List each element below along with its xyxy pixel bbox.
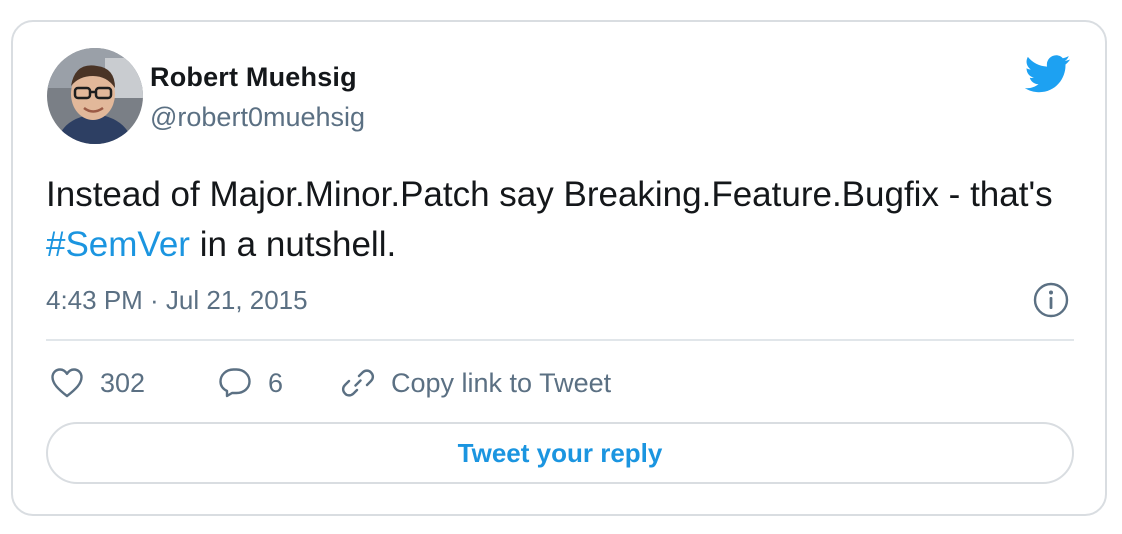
reply-count: 6 [268, 367, 284, 398]
like-count: 302 [100, 367, 146, 398]
like-button[interactable]: 302 [50, 361, 145, 405]
tweet-your-reply-button[interactable]: Tweet your reply [46, 422, 1074, 484]
tweet-text: Instead of Major.Minor.Patch say Breakin… [46, 170, 1066, 270]
link-icon [341, 369, 375, 397]
hashtag-link[interactable]: #SemVer [46, 225, 190, 264]
copy-link-button[interactable]: Copy link to Tweet [341, 361, 611, 405]
divider [46, 339, 1074, 341]
heart-icon [51, 368, 83, 398]
reply-button[interactable]: 6 [218, 361, 283, 405]
author-handle[interactable]: @robert0muehsig [150, 102, 365, 133]
info-icon[interactable] [1033, 282, 1069, 318]
reply-bubble-icon [219, 368, 251, 398]
twitter-bird-icon[interactable] [1024, 55, 1071, 93]
tweet-text-before: Instead of Major.Minor.Patch say Breakin… [46, 175, 1053, 214]
copy-link-label: Copy link to Tweet [391, 367, 612, 398]
author-display-name[interactable]: Robert Muehsig [150, 62, 357, 93]
tweet-timestamp[interactable]: 4:43 PM · Jul 21, 2015 [46, 285, 308, 316]
avatar[interactable] [47, 48, 143, 144]
tweet-card: Robert Muehsig @robert0muehsig Instead o… [11, 20, 1107, 516]
tweet-text-after: in a nutshell. [189, 225, 397, 264]
